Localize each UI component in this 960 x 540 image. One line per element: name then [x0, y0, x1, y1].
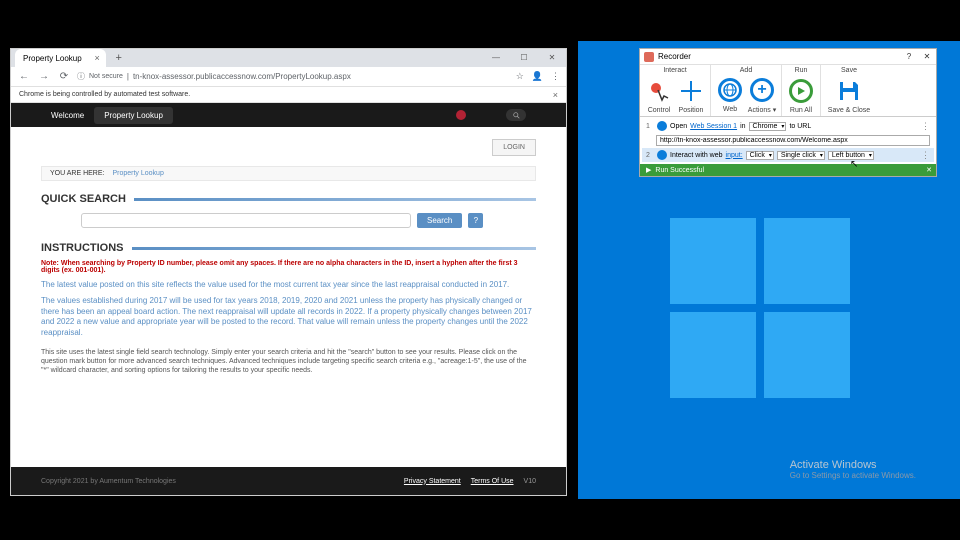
status-close-icon[interactable]: ✕: [926, 166, 932, 174]
step-url-input[interactable]: [656, 135, 930, 146]
status-bar: ▶ Run Successful ✕: [640, 164, 936, 176]
nav-property-lookup[interactable]: Property Lookup: [94, 107, 173, 124]
web-label: Web: [715, 106, 745, 114]
save-close-button[interactable]: [834, 76, 864, 106]
close-icon[interactable]: ✕: [538, 49, 566, 65]
login-button[interactable]: LOGIN: [492, 139, 536, 156]
toolbar-group-interact: Interact Control Position: [640, 65, 711, 116]
activate-windows-watermark: Activate Windows Go to Settings to activ…: [790, 459, 916, 480]
tab-title: Property Lookup: [23, 54, 82, 63]
breadcrumb-label: YOU ARE HERE:: [50, 170, 104, 177]
activate-subtitle: Go to Settings to activate Windows.: [790, 471, 916, 480]
mousebutton-dropdown[interactable]: Left button: [828, 151, 874, 160]
recorder-toolbar: Interact Control Position Add: [640, 65, 936, 117]
footer-privacy-link[interactable]: Privacy Statement: [404, 478, 461, 485]
help-icon[interactable]: ?: [900, 52, 918, 61]
search-button[interactable]: Search: [417, 213, 462, 228]
browser-tab[interactable]: Property Lookup ×: [15, 49, 106, 67]
automation-infobar: Chrome is being controlled by automated …: [11, 87, 566, 103]
activate-title: Activate Windows: [790, 459, 916, 471]
site-nav: Welcome Property Lookup: [11, 103, 566, 127]
footer-terms-link[interactable]: Terms Of Use: [471, 478, 514, 485]
quick-search-header: QUICK SEARCH: [41, 193, 536, 205]
nav-search-icon[interactable]: [506, 109, 526, 121]
address-bar: ← → ⟳ ⓘ Not secure | tn-knox-assessor.pu…: [11, 67, 566, 87]
maximize-icon[interactable]: ☐: [510, 49, 538, 65]
instructions-note-blue-2: The values established during 2017 will …: [41, 296, 536, 338]
minimize-icon[interactable]: —: [482, 49, 510, 65]
step-menu-icon[interactable]: ⋮: [921, 121, 930, 132]
menu-icon[interactable]: ⋮: [551, 71, 560, 82]
close-icon[interactable]: ✕: [918, 52, 936, 61]
instructions-note-blue-1: The latest value posted on this site ref…: [41, 280, 536, 290]
step-1[interactable]: 1 Open Web Session 1 in Chrome to URL ⋮: [642, 119, 934, 133]
forward-button[interactable]: →: [37, 70, 51, 84]
play-icon: ▶: [646, 166, 651, 174]
footer-version: V10: [524, 478, 536, 485]
action-dropdown[interactable]: Click: [746, 151, 774, 160]
step-menu-icon[interactable]: ⋮: [921, 150, 930, 161]
toolbar-group-save: Save Save & Close: [821, 65, 877, 116]
toolbar-group-run: Run Run All: [782, 65, 821, 116]
close-tab-icon[interactable]: ×: [94, 53, 99, 63]
bookmark-icon[interactable]: ☆: [516, 71, 524, 82]
reload-button[interactable]: ⟳: [57, 70, 71, 84]
chrome-window: Property Lookup × + — ☐ ✕ ← → ⟳ ⓘ Not se…: [10, 48, 567, 496]
toolbar-group-add: Add + Web Actions ▾: [711, 65, 782, 116]
infobar-close-icon[interactable]: ×: [553, 90, 558, 100]
windows-logo: [670, 218, 850, 398]
recorder-titlebar: Recorder ? ✕: [640, 49, 936, 65]
web-button[interactable]: [715, 75, 745, 105]
window-controls: — ☐ ✕: [482, 49, 566, 65]
help-button[interactable]: ?: [468, 213, 483, 228]
url-field[interactable]: ⓘ Not secure | tn-knox-assessor.publicac…: [77, 71, 510, 82]
instructions-note-red: Note: When searching by Property ID numb…: [41, 260, 536, 274]
browser-dropdown[interactable]: Chrome: [749, 122, 787, 131]
not-secure-label: Not secure: [89, 73, 123, 80]
actions-label: Actions ▾: [747, 106, 777, 114]
footer-copyright: Copyright 2021 by Aumentum Technologies: [41, 478, 176, 485]
step-number: 2: [646, 152, 654, 159]
recorder-title: Recorder: [658, 52, 691, 61]
run-all-button[interactable]: [786, 76, 816, 106]
instructions-header: INSTRUCTIONS: [41, 242, 536, 254]
breadcrumb-current[interactable]: Property Lookup: [112, 170, 163, 177]
runall-label: Run All: [786, 107, 816, 114]
chrome-tab-strip: Property Lookup × + — ☐ ✕: [11, 49, 566, 67]
recorder-app-icon: [644, 52, 654, 62]
page-content: Welcome Property Lookup LOGIN YOU ARE HE…: [11, 103, 566, 495]
control-label: Control: [644, 107, 674, 114]
step-2[interactable]: 2 Interact with web input: Click Single …: [642, 148, 934, 162]
language-flag-icon[interactable]: [456, 110, 466, 120]
nav-welcome[interactable]: Welcome: [41, 107, 94, 124]
instructions-note-gray: This site uses the latest single field s…: [41, 348, 536, 375]
target-link[interactable]: input:: [726, 152, 743, 159]
back-button[interactable]: ←: [17, 70, 31, 84]
infobar-text: Chrome is being controlled by automated …: [19, 91, 190, 98]
status-text: Run Successful: [655, 167, 704, 174]
recorder-window: Recorder ? ✕ Interact Control Position A…: [639, 48, 937, 177]
actions-button[interactable]: +: [747, 75, 777, 105]
position-button[interactable]: [676, 76, 706, 106]
control-button[interactable]: [644, 76, 674, 106]
step-number: 1: [646, 123, 654, 130]
profile-icon[interactable]: 👤: [532, 71, 543, 82]
globe-icon: [657, 121, 667, 131]
url-text: tn-knox-assessor.publicaccessnow.com/Pro…: [133, 72, 351, 81]
clicktype-dropdown[interactable]: Single click: [777, 151, 825, 160]
position-label: Position: [676, 107, 706, 114]
new-tab-button[interactable]: +: [112, 52, 126, 64]
search-input[interactable]: [81, 213, 411, 228]
recorder-steps: 1 Open Web Session 1 in Chrome to URL ⋮ …: [640, 117, 936, 164]
globe-icon: [657, 150, 667, 160]
breadcrumb: YOU ARE HERE: Property Lookup: [41, 166, 536, 181]
not-secure-icon: ⓘ: [77, 71, 85, 82]
saveclose-label: Save & Close: [825, 107, 873, 114]
session-link[interactable]: Web Session 1: [690, 123, 737, 130]
site-footer: Copyright 2021 by Aumentum Technologies …: [11, 467, 566, 495]
